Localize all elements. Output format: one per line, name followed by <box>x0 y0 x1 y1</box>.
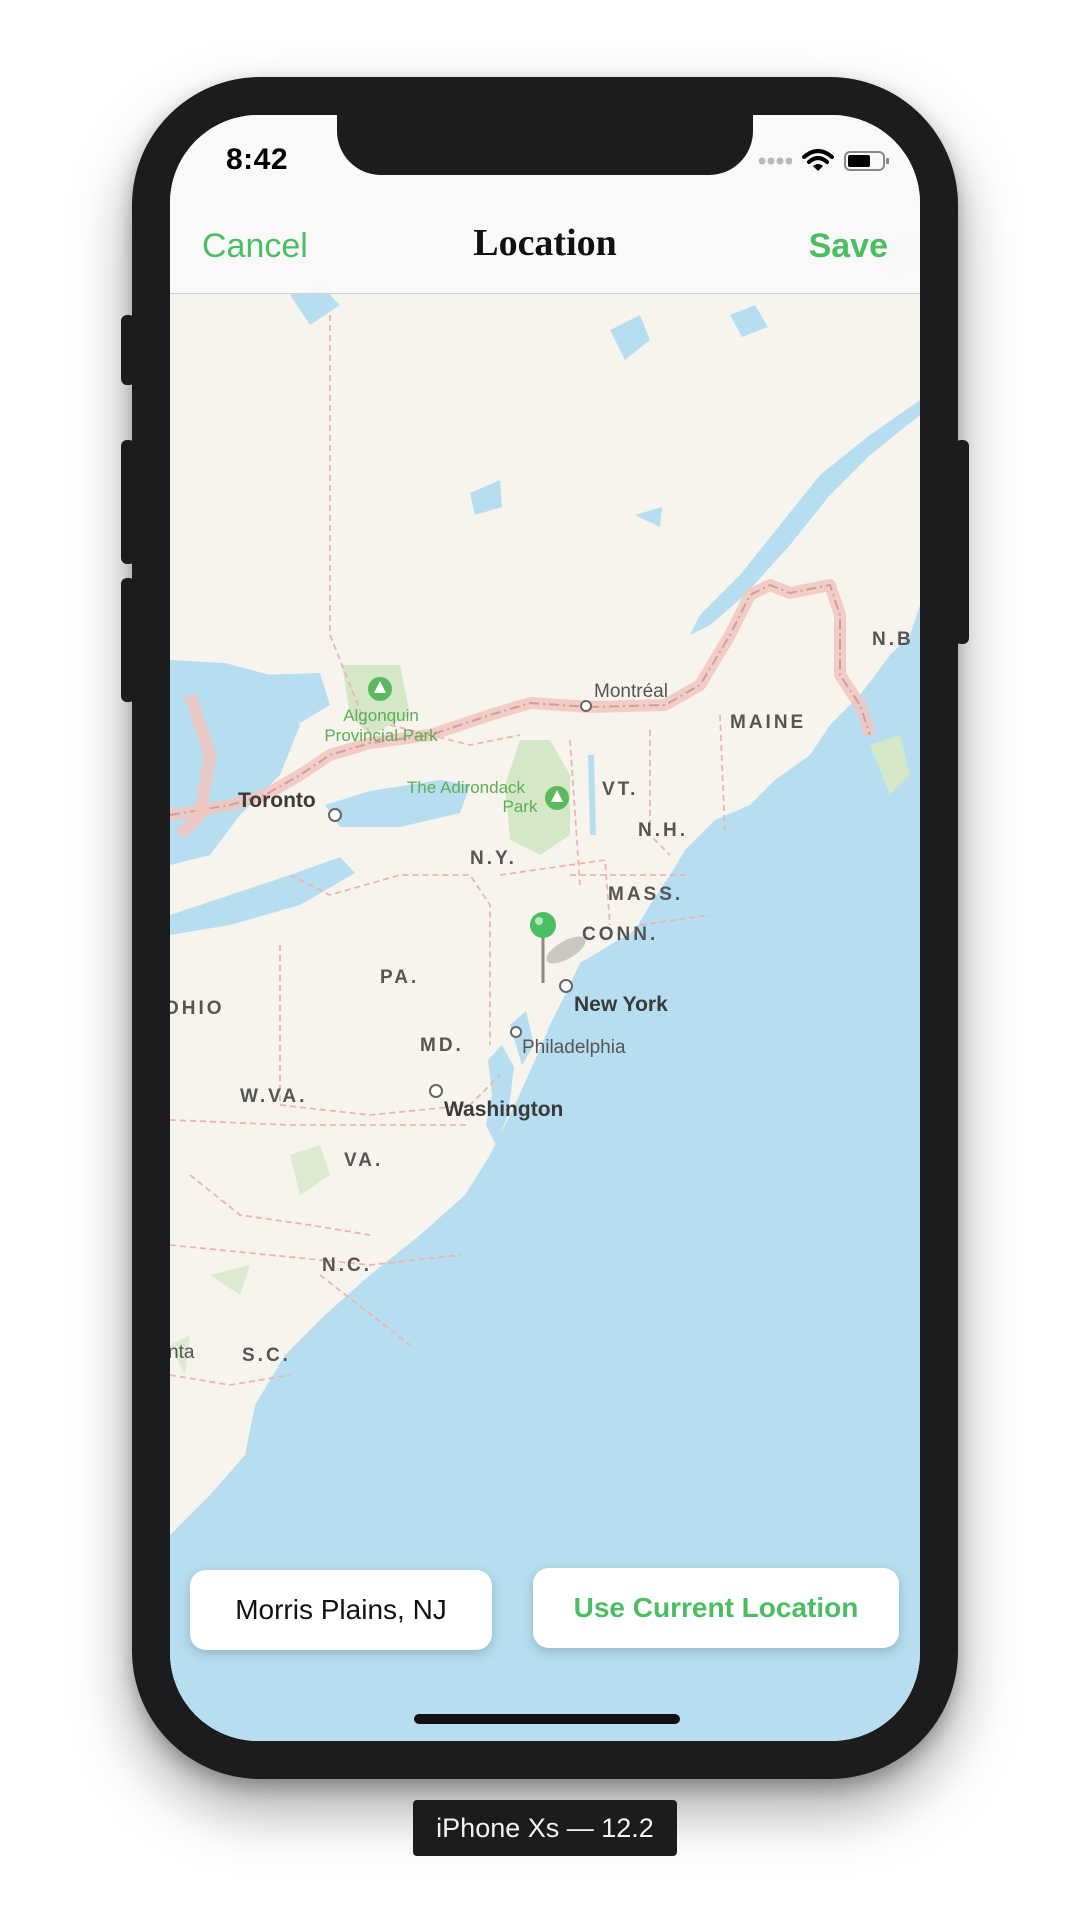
nta-label: nta <box>170 1342 195 1363</box>
vt-label: VT. <box>602 779 638 800</box>
pa-label: PA. <box>380 967 419 988</box>
washington-label: Washington <box>444 1098 563 1121</box>
wifi-icon <box>802 149 834 171</box>
algonquin-label-2: Provincial Park <box>324 726 438 745</box>
navigation-bar: 8:42 Cancel Location Save <box>170 115 920 294</box>
signal-dots-icon <box>758 157 792 165</box>
notch <box>337 115 753 175</box>
ohio-label: OHIO <box>170 998 225 1019</box>
adirondack-label-2: Park <box>503 797 538 816</box>
new-york-label: New York <box>574 993 668 1016</box>
volume-up-button <box>121 440 135 564</box>
algonquin-park-icon <box>368 677 392 701</box>
sc-label: S.C. <box>242 1345 291 1366</box>
phone-screen: Algonquin Provincial Park The Adirondack… <box>170 115 920 1741</box>
page-title: Location <box>473 222 617 264</box>
new-york-dot <box>559 979 573 993</box>
maine-label: MAINE <box>730 712 806 733</box>
toronto-label: Toronto <box>238 789 316 812</box>
va-label: VA. <box>344 1150 383 1171</box>
washington-dot <box>429 1084 443 1098</box>
volume-down-button <box>121 578 135 702</box>
save-button[interactable]: Save <box>809 227 888 266</box>
md-label: MD. <box>420 1035 464 1056</box>
silent-switch <box>121 315 135 385</box>
adirondack-park-icon <box>545 786 569 810</box>
nb-label: N.B <box>872 629 914 650</box>
wva-label: W.VA. <box>240 1086 307 1107</box>
toronto-dot <box>328 808 342 822</box>
device-label: iPhone Xs — 12.2 <box>413 1800 677 1856</box>
status-time: 8:42 <box>226 143 289 176</box>
nc-label: N.C. <box>322 1255 372 1276</box>
montreal-label: Montréal <box>594 681 668 702</box>
philadelphia-dot <box>510 1026 522 1038</box>
use-current-location-button[interactable]: Use Current Location <box>533 1568 899 1648</box>
philadelphia-label: Philadelphia <box>522 1037 626 1058</box>
algonquin-label-1: Algonquin <box>343 706 419 725</box>
nh-label: N.H. <box>638 820 688 841</box>
conn-label: CONN. <box>582 924 658 945</box>
montreal-dot <box>580 700 592 712</box>
status-icons <box>758 149 890 173</box>
power-button <box>955 440 969 644</box>
map-view[interactable]: Algonquin Provincial Park The Adirondack… <box>170 115 920 1741</box>
ny-label: N.Y. <box>470 848 517 869</box>
adirondack-label-1: The Adirondack <box>407 778 526 797</box>
mass-label: MASS. <box>608 884 683 905</box>
selected-location-button[interactable]: Morris Plains, NJ <box>190 1570 492 1650</box>
battery-icon <box>844 151 889 171</box>
home-indicator[interactable] <box>414 1714 680 1724</box>
